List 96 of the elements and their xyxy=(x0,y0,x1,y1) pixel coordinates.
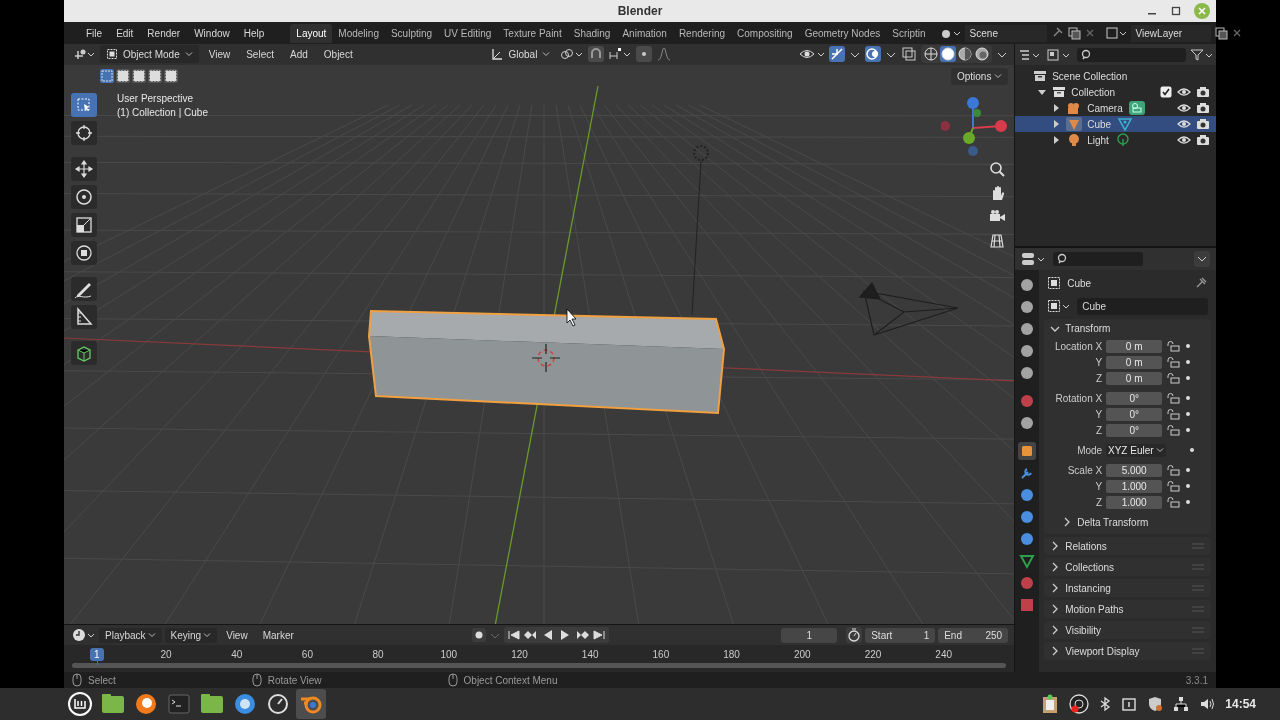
mode-dropdown[interactable]: Object Mode xyxy=(100,45,199,64)
collapsed-panel[interactable]: Motion Paths xyxy=(1044,600,1211,618)
workspace-tab[interactable]: Sculpting xyxy=(384,23,439,43)
frame-number: 240 xyxy=(935,649,953,661)
collapsed-panel[interactable]: Collections xyxy=(1044,558,1211,576)
scene-field[interactable]: Scene xyxy=(964,24,1047,42)
mode-dropdown[interactable]: XYZ Euler xyxy=(1106,443,1167,457)
menu-item[interactable]: Playback xyxy=(99,627,162,643)
frame-number: 180 xyxy=(723,649,740,661)
workspace-tab[interactable]: UV Editing xyxy=(438,23,498,43)
panel-title[interactable]: Delta Transform xyxy=(1077,516,1149,528)
frame-number: 40 xyxy=(231,649,243,661)
number-field[interactable]: 0 m xyxy=(1106,355,1163,369)
menu-item[interactable]: Render xyxy=(141,25,187,41)
viewport-info-text: (1) Collection | Cube xyxy=(117,106,208,118)
frame-number: 60 xyxy=(301,649,313,661)
current-frame-field[interactable]: 1 xyxy=(781,627,838,643)
workspace-tab[interactable]: Shading xyxy=(567,23,617,43)
number-field[interactable]: 0 m xyxy=(1106,339,1163,353)
end-frame-field[interactable]: End 250 xyxy=(938,627,1009,643)
number-field[interactable]: 0 m xyxy=(1106,371,1163,385)
menu-item[interactable]: Help xyxy=(237,25,271,41)
panel-title[interactable]: Relations xyxy=(1065,540,1107,552)
clock: 14:54 xyxy=(1225,697,1256,711)
number-field[interactable]: 5.000 xyxy=(1106,463,1163,477)
orientation-dropdown[interactable]: Global xyxy=(485,45,557,64)
workspace-tab[interactable]: Texture Paint xyxy=(497,23,568,43)
collapsed-panel[interactable]: Visibility xyxy=(1044,621,1211,639)
outliner-item[interactable]: Scene Collection xyxy=(1052,70,1128,82)
frame-number: 200 xyxy=(793,649,811,661)
property-label: Location X xyxy=(1053,340,1103,352)
number-field[interactable]: 1.000 xyxy=(1106,495,1163,509)
object-name: Camera xyxy=(1087,102,1123,114)
panel-title[interactable]: Viewport Display xyxy=(1065,645,1140,657)
playhead[interactable]: 1 xyxy=(90,648,104,662)
frame-number: 220 xyxy=(864,649,882,661)
property-label: Rotation X xyxy=(1054,392,1103,404)
number-field[interactable]: 0° xyxy=(1106,391,1163,405)
menu-item[interactable]: Select xyxy=(240,46,280,62)
property-label: Z xyxy=(1095,372,1103,384)
outliner-item[interactable]: Collection xyxy=(1071,86,1116,98)
status-hint: Object Context Menu xyxy=(463,674,558,686)
outliner-row[interactable]: Light xyxy=(1015,132,1216,148)
workspace-tab[interactable]: Rendering xyxy=(672,23,732,43)
frame-number: 20 xyxy=(160,649,172,661)
panel-title[interactable]: Transform xyxy=(1065,323,1111,334)
collapsed-panel[interactable]: Viewport Display xyxy=(1044,642,1211,660)
start-frame-field[interactable]: Start 1 xyxy=(865,627,936,643)
outliner-row[interactable]: Camera xyxy=(1015,100,1216,116)
menu-item[interactable]: View xyxy=(202,46,237,62)
property-label: Scale X xyxy=(1066,464,1103,476)
panel-title[interactable]: Instancing xyxy=(1065,582,1111,594)
property-label: Y xyxy=(1094,480,1103,492)
collapsed-panel[interactable]: Relations xyxy=(1044,537,1211,555)
menu-item[interactable]: File xyxy=(80,25,109,41)
property-label: Z xyxy=(1095,424,1103,436)
number-field[interactable]: 0° xyxy=(1106,407,1163,421)
frame-number: 140 xyxy=(581,649,599,661)
panel-title[interactable]: Collections xyxy=(1065,561,1115,573)
property-label: Z xyxy=(1095,496,1103,508)
workspace-tab[interactable]: Scriptin xyxy=(886,23,932,43)
panel-title[interactable]: Motion Paths xyxy=(1065,603,1124,615)
property-label: Mode xyxy=(1076,444,1103,456)
name-field[interactable]: Cube xyxy=(1077,297,1208,315)
panel-title[interactable]: Visibility xyxy=(1065,624,1102,636)
workspace-tab[interactable]: Geometry Nodes xyxy=(798,23,887,43)
status-hint: Select xyxy=(88,674,116,686)
number-field[interactable]: 0° xyxy=(1106,423,1163,437)
workspace-tab[interactable]: Animation xyxy=(616,23,673,43)
collapsed-panel[interactable]: Instancing xyxy=(1044,579,1211,597)
viewport-info-text: User Perspective xyxy=(117,92,195,104)
outliner-row[interactable]: Cube xyxy=(1015,116,1216,132)
menu-item[interactable]: Marker xyxy=(256,627,300,643)
frame-number: 120 xyxy=(511,649,528,661)
workspace-tab[interactable]: Layout xyxy=(290,23,333,43)
number-field[interactable]: 1.000 xyxy=(1106,479,1163,493)
frame-number: 100 xyxy=(440,649,458,661)
workspace-tab[interactable]: Compositing xyxy=(731,23,799,43)
object-name: Cube xyxy=(1067,277,1092,289)
frame-number: 160 xyxy=(652,649,670,661)
menu-item[interactable]: Window xyxy=(188,25,236,41)
status-hint: Rotate View xyxy=(267,674,322,686)
workspace-tab[interactable]: Modeling xyxy=(332,23,385,43)
property-label: Y xyxy=(1094,408,1103,420)
menu-item[interactable]: Edit xyxy=(110,25,140,41)
version-label: 3.3.1 xyxy=(1185,674,1208,686)
menu-item[interactable]: Object xyxy=(317,46,359,62)
object-name: Light xyxy=(1087,134,1109,146)
menu-item[interactable]: View xyxy=(220,627,254,643)
view-layer-field[interactable]: ViewLayer xyxy=(1130,24,1211,42)
property-label: Y xyxy=(1094,356,1103,368)
frame-number: 80 xyxy=(372,649,384,661)
menu-item[interactable]: Add xyxy=(284,46,314,62)
menu-item[interactable]: Keying xyxy=(164,627,218,643)
window-title: Blender xyxy=(617,4,663,18)
object-name: Cube xyxy=(1087,118,1112,130)
